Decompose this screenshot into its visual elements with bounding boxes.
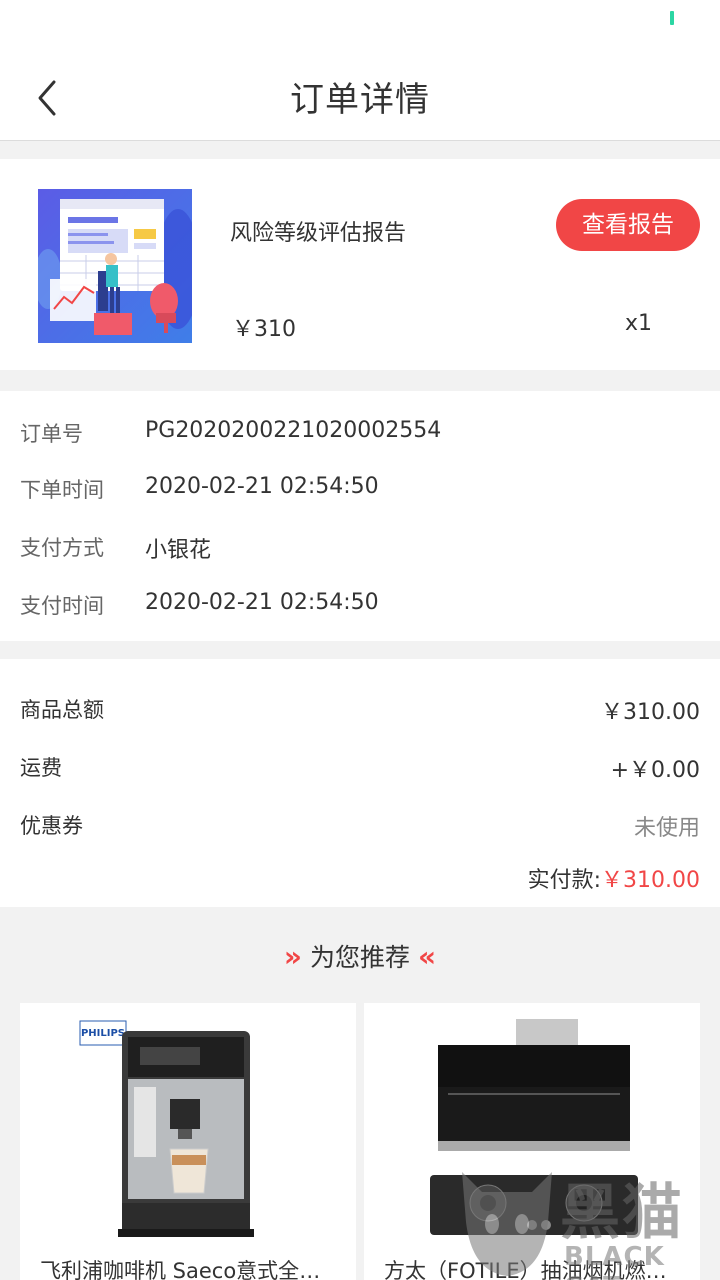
recommend-item-name: 飞利浦咖啡机 Saeco意式全自动咖啡机: [40, 1259, 340, 1280]
amount-paid: 实付款:￥310.00: [528, 862, 700, 894]
coupon-row[interactable]: 优惠券 未使用: [0, 802, 720, 842]
watermark-en: BLACK CAT: [564, 1242, 665, 1280]
payment-method-label: 支付方式: [20, 536, 104, 560]
coffee-machine-image: PHILIPS: [20, 1003, 356, 1243]
view-report-button[interactable]: 查看报告: [556, 199, 700, 251]
page-title: 订单详情: [290, 80, 430, 120]
amount-section: 商品总额 ￥310.00 运费 +￥0.00 优惠券 未使用 实付款:￥310.…: [0, 659, 720, 907]
product-quantity: x1: [624, 311, 652, 336]
watermark-cn: 黑猫: [560, 1178, 684, 1248]
product-card: 风险等级评估报告 查看报告 ￥310 x1: [0, 159, 720, 370]
product-name: 风险等级评估报告: [230, 221, 407, 246]
order-number-row: 订单号 PG2020200221020002554: [0, 410, 720, 450]
cat-logo-icon: [462, 1172, 552, 1276]
recommend-item[interactable]: PHILIPS 飞利浦咖啡机 Saeco意式全自动咖啡机: [20, 1003, 356, 1280]
goods-total-row: 商品总额 ￥310.00: [0, 686, 720, 726]
payment-time-value: 2020-02-21 02:54:50: [145, 590, 379, 615]
product-image[interactable]: [34, 189, 200, 343]
recommend-title: » 为您推荐 «: [0, 938, 720, 974]
goods-total-value: ￥310.00: [601, 700, 700, 725]
shipping-row: 运费 +￥0.00: [0, 744, 720, 784]
order-number-label: 订单号: [20, 422, 83, 446]
product-price: ￥310: [232, 317, 296, 342]
black-cat-watermark: 黑猫 BLACK CAT: [452, 1162, 720, 1280]
payment-method-row: 支付方式 小银花: [0, 524, 720, 564]
report-illustration-icon: [34, 189, 200, 343]
coupon-value: 未使用: [633, 816, 700, 841]
amount-paid-value: ￥310.00: [601, 868, 700, 893]
coupon-label: 优惠券: [20, 814, 83, 838]
goods-total-label: 商品总额: [20, 698, 104, 722]
nav-bar: 订单详情: [0, 44, 720, 141]
order-time-label: 下单时间: [20, 478, 104, 502]
battery-icon: [670, 11, 674, 25]
payment-method-value: 小银花: [145, 538, 212, 563]
double-chevron-right-icon: »: [283, 940, 302, 973]
order-number-value: PG2020200221020002554: [145, 418, 442, 443]
shipping-label: 运费: [20, 756, 62, 780]
order-time-value: 2020-02-21 02:54:50: [145, 474, 379, 499]
shipping-value: +￥0.00: [610, 758, 700, 783]
status-bar: [0, 0, 720, 44]
payment-time-row: 支付时间 2020-02-21 02:54:50: [0, 582, 720, 622]
double-chevron-left-icon: «: [418, 940, 437, 973]
order-time-row: 下单时间 2020-02-21 02:54:50: [0, 466, 720, 506]
order-info-section: 订单号 PG2020200221020002554 下单时间 2020-02-2…: [0, 391, 720, 641]
recommend-title-text: 为您推荐: [309, 943, 410, 972]
amount-paid-label: 实付款:: [527, 868, 602, 893]
payment-time-label: 支付时间: [20, 594, 104, 618]
philips-logo: PHILIPS: [81, 1028, 125, 1039]
